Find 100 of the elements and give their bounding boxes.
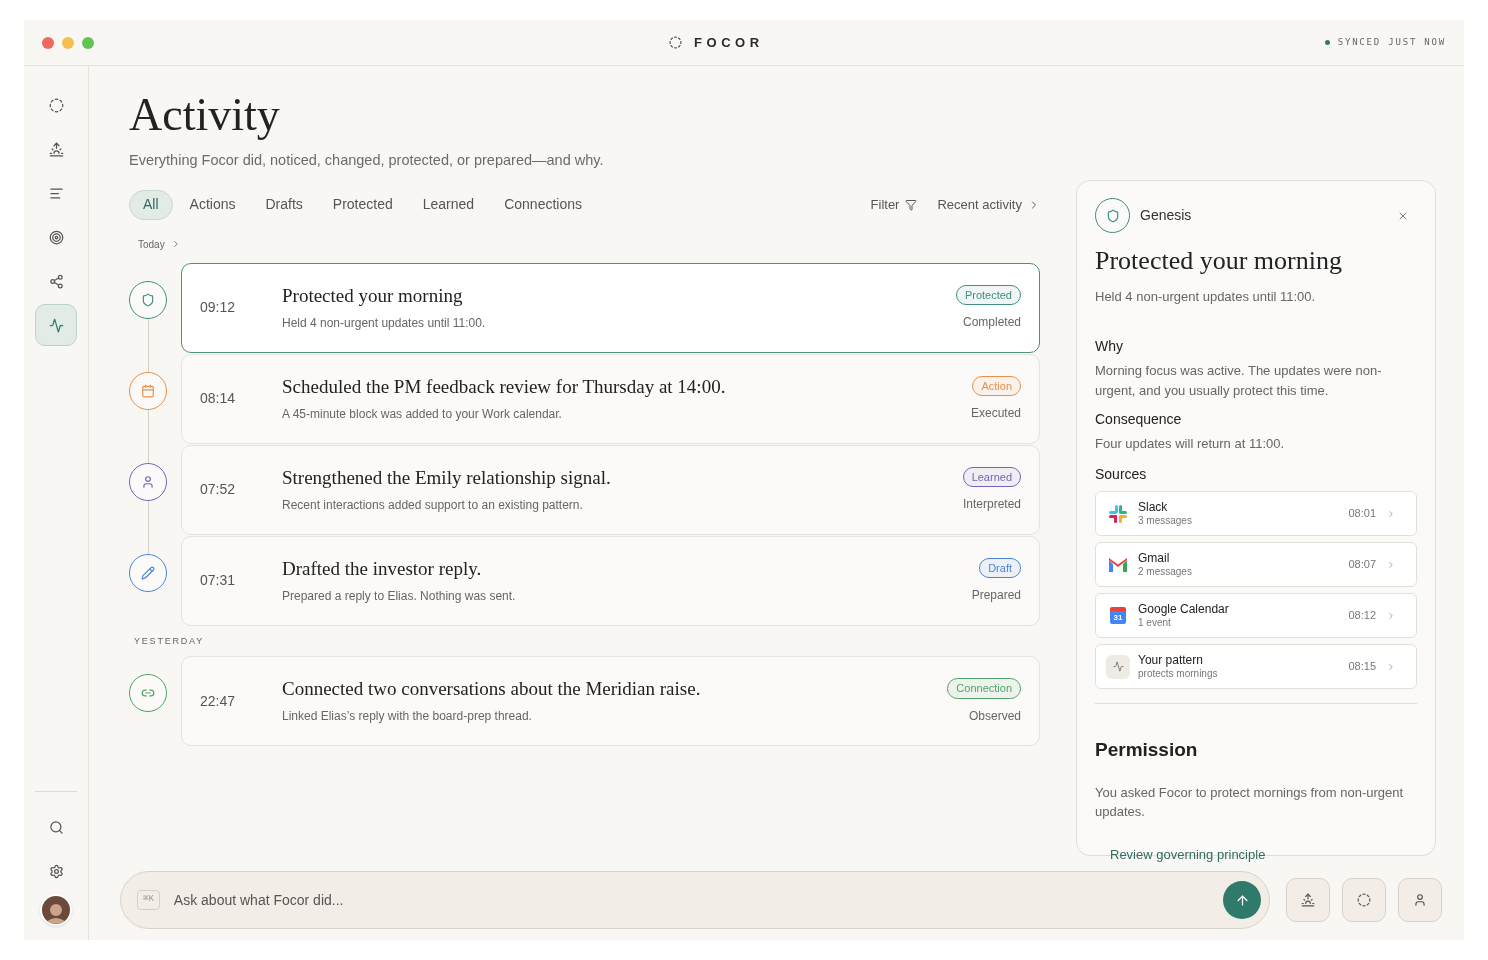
activity-time: 09:12 <box>200 298 237 318</box>
source-name: Slack <box>1138 499 1169 515</box>
filter-tab[interactable]: Protected <box>319 189 406 220</box>
activity-title: Drafted the investor reply. <box>282 556 483 581</box>
section-heading: Sources <box>1095 465 1148 484</box>
sync-status: SYNCED JUST NOW <box>1337 35 1446 49</box>
activity-tag: Connection <box>947 678 1021 699</box>
filter-tab[interactable]: Actions <box>176 189 249 220</box>
source-row[interactable]: Slack 3 messages 08:01 <box>1095 491 1417 536</box>
source-detail: 2 messages <box>1138 565 1193 579</box>
pulse-icon <box>1106 654 1130 679</box>
activity-time: 08:14 <box>200 389 237 409</box>
source-time: 08:15 <box>1348 659 1376 675</box>
chevron-right-icon <box>1386 559 1396 570</box>
activity-time: 22:47 <box>200 691 237 711</box>
window-title: FOCOR <box>694 33 764 52</box>
activity-card[interactable]: 07:52 Strengthened the Emily relationship signal. Recent interactions added support to an existing pattern. Learned Interpreted <box>181 444 1040 535</box>
filter-tab[interactable]: All <box>129 189 173 220</box>
calendar-logo-icon: 31 <box>1110 607 1126 624</box>
shortcut-key: ⌘K <box>137 890 160 910</box>
activity-tag: Action <box>972 375 1021 396</box>
dashed-circle-icon <box>1357 893 1371 907</box>
filter-icon <box>905 198 918 211</box>
chevron-right-icon <box>1386 610 1396 621</box>
source-name: Google Calendar <box>1138 601 1230 617</box>
person-icon <box>141 474 155 489</box>
sunrise-icon <box>1301 893 1315 907</box>
review-link[interactable]: Review governing principle <box>1110 844 1417 864</box>
section-text: Morning focus was active. The updates were non-urgent, and you usually protect this time. <box>1095 362 1383 400</box>
activity-card[interactable]: 22:47 Connected two conversations about the Meridian raise. Linked Elias’s reply with the board-prep thread. Connection Observed <box>181 656 1040 747</box>
person-icon <box>1413 893 1427 907</box>
pencil-icon <box>141 565 155 580</box>
activity-status: Observed <box>968 707 1021 725</box>
filter-tab[interactable]: Learned <box>409 189 488 220</box>
quick-action-button[interactable] <box>1342 878 1386 922</box>
section-heading: Why <box>1095 337 1124 356</box>
activity-status: Interpreted <box>962 496 1021 513</box>
page-subtitle: Everything Focor did, noticed, changed, protected, or prepared—and why. <box>129 151 605 170</box>
activity-description: Prepared a reply to Elias. Nothing was sent. <box>282 587 517 605</box>
sunrise-icon <box>48 141 64 157</box>
source-row[interactable]: Your pattern protects mornings 08:15 <box>1095 644 1417 689</box>
source-detail: protects mornings <box>1138 667 1219 681</box>
sidebar-item[interactable] <box>35 304 77 346</box>
activity-description: Recent interactions added support to an existing pattern. <box>282 496 584 514</box>
calendar-icon <box>141 383 155 398</box>
sort-button[interactable]: Recent activity <box>937 195 1040 215</box>
dashed-circle-icon <box>48 97 64 113</box>
pulse-icon <box>48 317 64 333</box>
ask-input[interactable]: Ask about what Focor did... <box>173 889 1223 911</box>
chevron-right-icon <box>1386 661 1396 672</box>
search-icon <box>48 819 64 835</box>
lines-icon <box>48 185 64 201</box>
source-detail: 3 messages <box>1138 514 1193 528</box>
detail-title: Protected your morning <box>1095 245 1343 277</box>
send-button[interactable] <box>1223 881 1261 919</box>
filter-button[interactable]: Filter <box>870 195 918 215</box>
activity-time: 07:52 <box>200 480 237 500</box>
mail-logo-icon <box>1108 556 1128 573</box>
permission-heading: Permission <box>1095 738 1199 762</box>
quick-action-button[interactable] <box>1286 878 1330 922</box>
filter-tab[interactable]: Connections <box>491 189 595 220</box>
zoom-window-button[interactable] <box>82 36 94 49</box>
quick-action-button[interactable] <box>1398 878 1442 922</box>
activity-time: 07:31 <box>200 571 237 591</box>
activity-tag: Learned <box>962 466 1021 487</box>
source-row[interactable]: 31 Google Calendar 1 event 08:12 <box>1095 593 1417 638</box>
filter-tab[interactable]: Drafts <box>252 189 316 220</box>
minimize-window-button[interactable] <box>62 36 74 49</box>
source-detail: 1 event <box>1138 616 1172 630</box>
activity-status: Executed <box>970 405 1021 422</box>
activity-tag: Draft <box>979 557 1021 578</box>
dashed-circle-icon <box>669 36 682 49</box>
source-name: Gmail <box>1138 550 1171 566</box>
activity-description: A 45-minute block was added to your Work calendar. <box>282 405 563 423</box>
section-text: Four updates will return at 11:00. <box>1095 435 1286 453</box>
group-heading[interactable]: Today <box>138 236 181 252</box>
group-heading: YESTERDAY <box>134 634 206 648</box>
detail-summary: Held 4 non-urgent updates until 11:00. <box>1095 287 1317 306</box>
detail-source: Genesis <box>1140 206 1193 225</box>
chevron-right-icon <box>1386 508 1396 519</box>
share-icon <box>48 273 64 289</box>
page-title: Activity <box>129 92 281 138</box>
activity-title: Scheduled the PM feedback review for Thursday at 14:00. <box>282 374 727 399</box>
source-row[interactable]: Gmail 2 messages 08:07 <box>1095 542 1417 587</box>
section-heading: Consequence <box>1095 410 1183 429</box>
source-name: Your pattern <box>1138 652 1204 668</box>
permission-text: You asked Focor to protect mornings from non-urgent updates. <box>1095 783 1405 821</box>
activity-status: Completed <box>962 314 1021 331</box>
activity-description: Held 4 non-urgent updates until 11:00. <box>282 314 487 332</box>
source-time: 08:01 <box>1348 506 1376 522</box>
close-window-button[interactable] <box>42 36 54 49</box>
activity-card[interactable]: 07:31 Drafted the investor reply. Prepared a reply to Elias. Nothing was sent. Draft Prepared <box>181 535 1040 626</box>
activity-card[interactable]: 08:14 Scheduled the PM feedback review for Thursday at 14:00. A 45-minute block was added to your Work calendar. Action Executed <box>181 353 1040 444</box>
source-time: 08:07 <box>1348 557 1376 573</box>
shield-icon <box>141 292 155 307</box>
avatar[interactable] <box>40 894 72 926</box>
activity-title: Protected your morning <box>282 283 464 308</box>
activity-title: Strengthened the Emily relationship signal. <box>282 465 612 490</box>
activity-card[interactable]: 09:12 Protected your morning Held 4 non-urgent updates until 11:00. Protected Completed <box>181 262 1040 353</box>
activity-description: Linked Elias’s reply with the board-prep thread. <box>282 708 533 726</box>
